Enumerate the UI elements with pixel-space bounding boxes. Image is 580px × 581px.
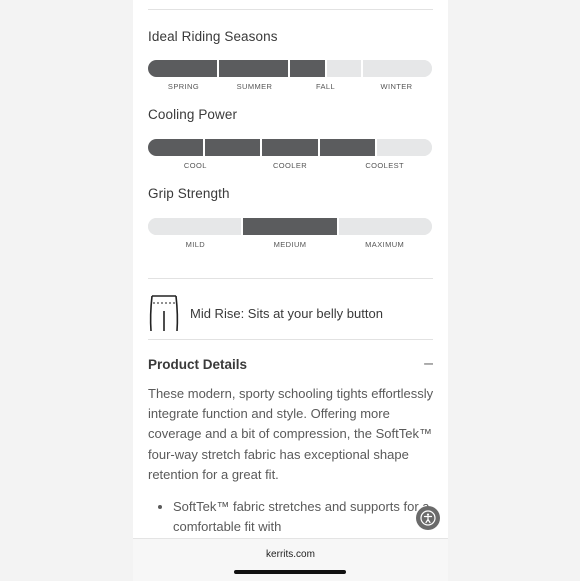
home-indicator[interactable] (234, 570, 346, 574)
cooling-label: COOL (183, 161, 207, 170)
seasons-segment (148, 60, 217, 77)
grip-segment (148, 218, 242, 235)
grip-labels: MILD MEDIUM MAXIMUM (148, 240, 432, 249)
grip-segment (336, 218, 432, 235)
grip-bar (148, 218, 432, 235)
grip-label: MEDIUM (273, 240, 307, 249)
url-label[interactable]: kerrits.com (133, 549, 448, 560)
cooling-labels: COOL COOLER COOLEST (148, 161, 432, 170)
tights-rise-icon (149, 295, 179, 332)
accessibility-button[interactable] (416, 506, 440, 530)
section-divider (148, 339, 433, 340)
cooling-bar (148, 139, 432, 156)
rise-text: Mid Rise: Sits at your belly button (190, 305, 383, 321)
list-item: SoftTek™ fabric stretches and supports f… (173, 497, 448, 537)
cooling-segment (260, 139, 318, 156)
seasons-segment (361, 60, 432, 77)
grip-title: Grip Strength (148, 186, 230, 201)
seasons-title: Ideal Riding Seasons (148, 29, 278, 44)
cooling-label: COOLER (272, 161, 308, 170)
grip-label: MILD (185, 240, 206, 249)
product-description: These modern, sporty schooling tights ef… (148, 386, 434, 482)
cooling-segment (317, 139, 375, 156)
section-divider (148, 278, 433, 279)
seasons-segment (217, 60, 288, 77)
rise-info: Mid Rise: Sits at your belly button (148, 293, 383, 333)
cooling-segment (203, 139, 261, 156)
seasons-segment (288, 60, 325, 77)
product-details-header[interactable]: Product Details – (148, 356, 433, 372)
seasons-label: FALL (315, 82, 336, 91)
seasons-label: WINTER (380, 82, 413, 91)
collapse-icon[interactable]: – (424, 356, 433, 372)
cooling-segment (374, 139, 432, 156)
top-divider (148, 9, 433, 10)
cooling-title: Cooling Power (148, 107, 238, 122)
grip-label: MAXIMUM (365, 240, 405, 249)
seasons-label: SPRING (167, 82, 200, 91)
grip-segment (241, 218, 337, 235)
seasons-label: SUMMER (236, 82, 273, 91)
feature-list: SoftTek™ fabric stretches and supports f… (148, 497, 448, 537)
cooling-segment (148, 139, 204, 156)
cooling-label: COOLEST (365, 161, 404, 170)
seasons-segment (324, 60, 361, 77)
accessibility-icon (420, 510, 436, 526)
product-page: Ideal Riding Seasons SPRING SUMMER FALL WIN… (133, 0, 448, 580)
seasons-labels: SPRING SUMMER FALL WINTER (148, 82, 432, 91)
browser-footer: kerrits.com (133, 538, 448, 581)
product-details-title: Product Details (148, 356, 248, 372)
seasons-bar (148, 60, 432, 77)
